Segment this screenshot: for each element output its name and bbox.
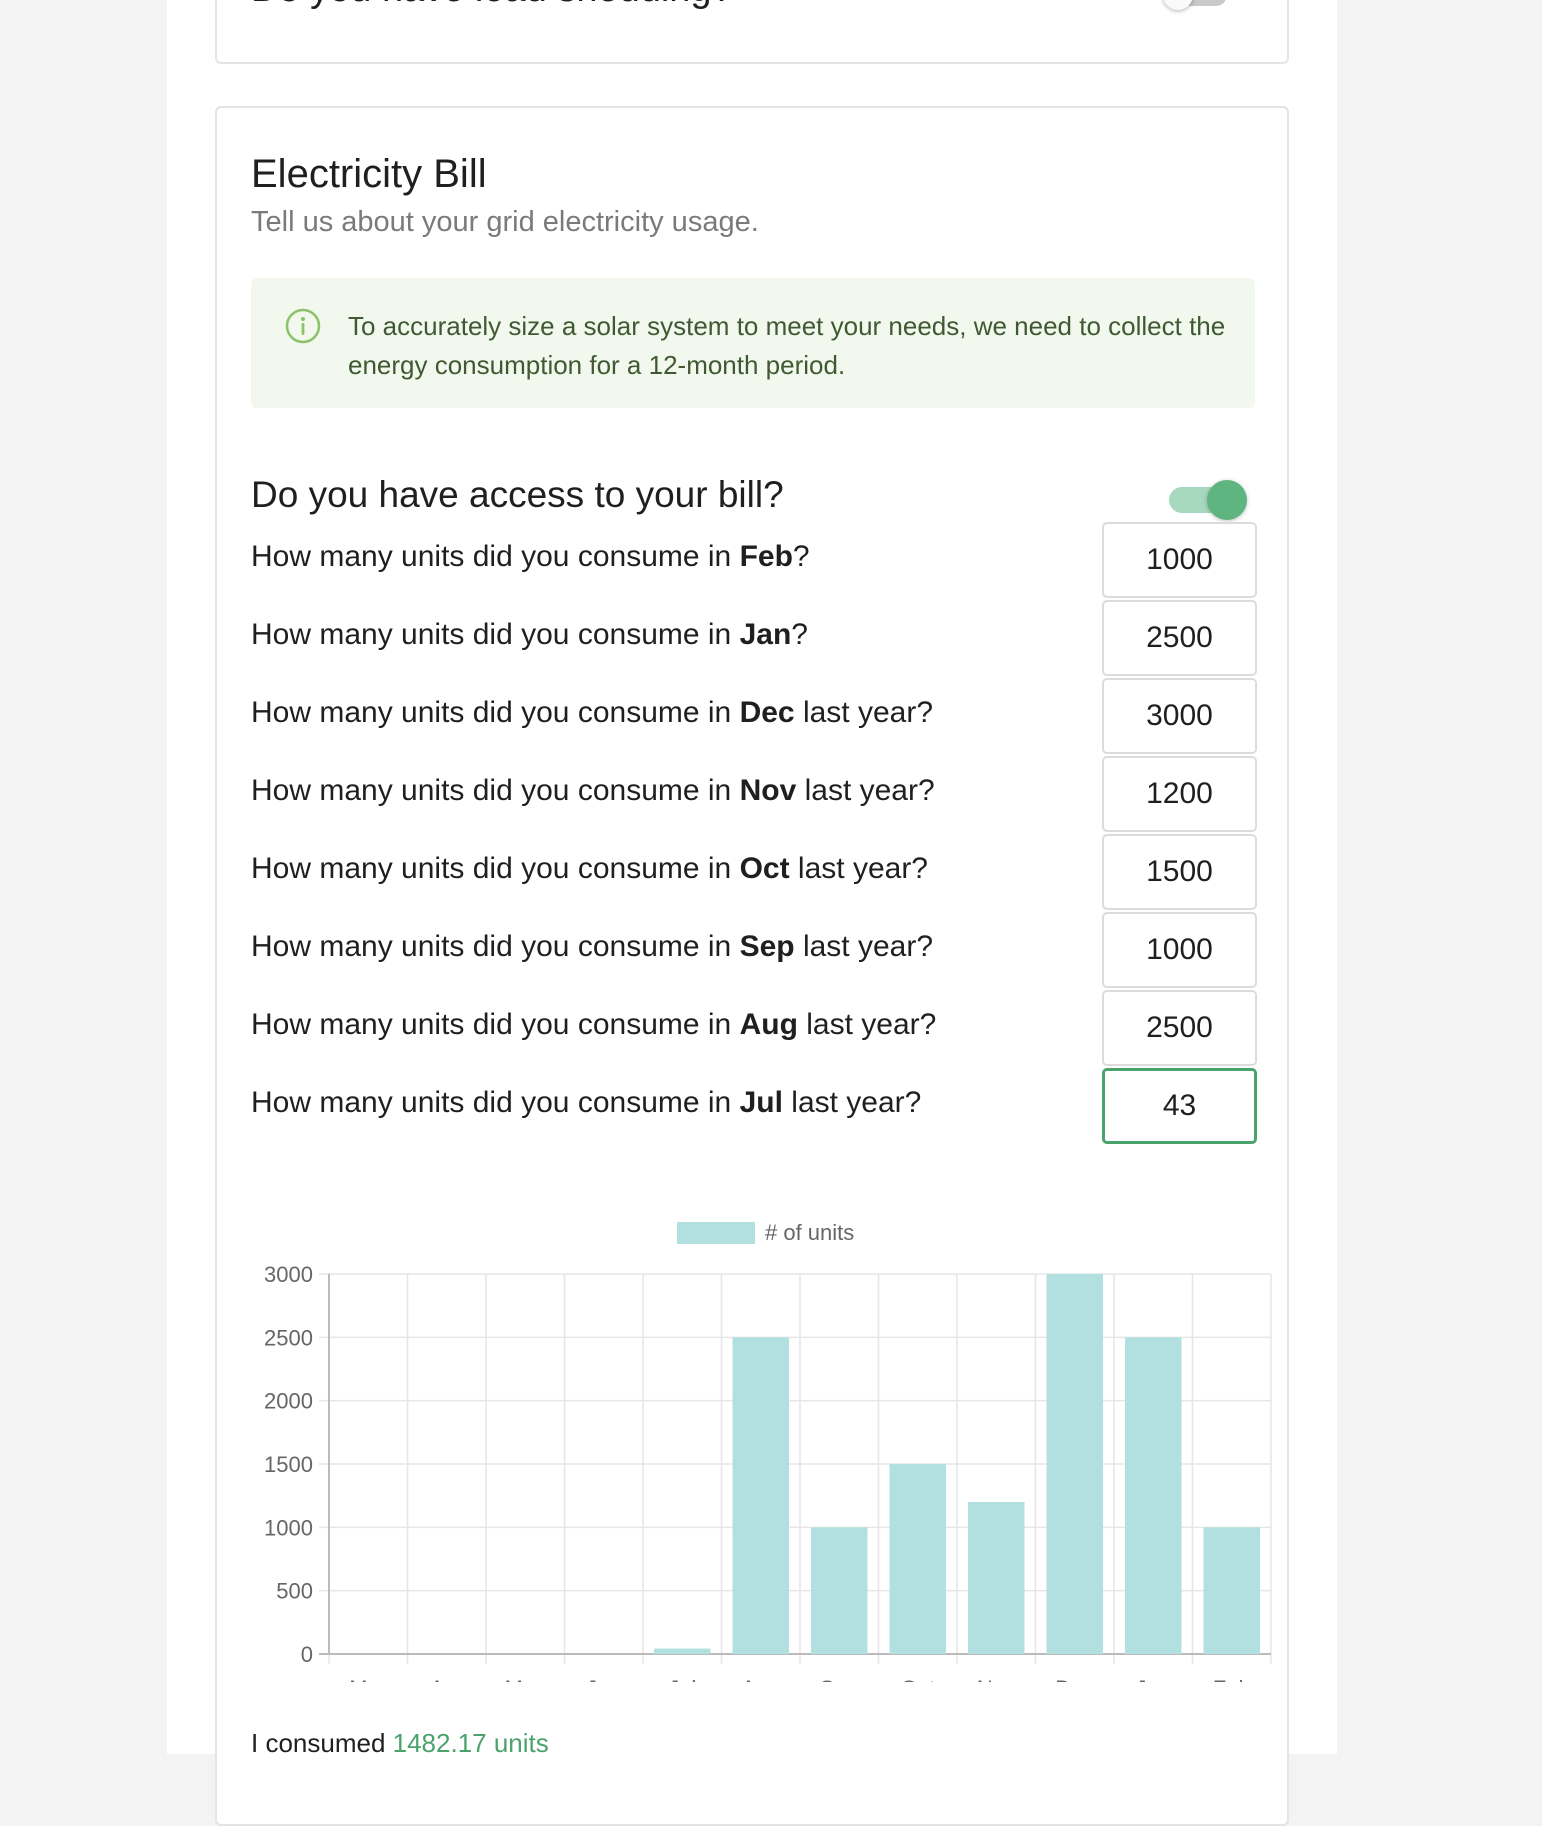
units-input-jul[interactable] bbox=[1102, 1068, 1257, 1144]
question-month: Jan bbox=[739, 618, 792, 651]
x-tick-label: Jul bbox=[668, 1676, 696, 1682]
legend-swatch bbox=[677, 1222, 755, 1244]
x-tick-label: Jun bbox=[586, 1676, 621, 1682]
x-tick-label: Mar bbox=[349, 1676, 387, 1682]
y-tick-label: 500 bbox=[276, 1579, 313, 1604]
y-tick-label: 0 bbox=[301, 1642, 313, 1667]
consumption-row: How many units did you consume in Jan? bbox=[251, 600, 1257, 678]
y-tick-label: 2000 bbox=[264, 1389, 313, 1414]
x-tick-label: Sep bbox=[820, 1676, 859, 1682]
question-prefix: How many units did you consume in bbox=[251, 852, 740, 885]
units-input-nov[interactable] bbox=[1102, 756, 1257, 832]
y-tick-label: 1500 bbox=[264, 1452, 313, 1477]
bill-access-toggle[interactable] bbox=[1165, 476, 1247, 522]
consumption-row: How many units did you consume in Dec la… bbox=[251, 678, 1257, 756]
units-input-jan[interactable] bbox=[1102, 600, 1257, 676]
x-tick-label: Nov bbox=[977, 1676, 1016, 1682]
content-column: Do you have load shedding? Electricity B… bbox=[167, 0, 1337, 1826]
x-tick-label: May bbox=[504, 1676, 546, 1682]
question-prefix: How many units did you consume in bbox=[251, 774, 740, 807]
question-suffix: ? bbox=[792, 540, 810, 573]
consumption-row: How many units did you consume in Oct la… bbox=[251, 834, 1257, 912]
question-month: Jul bbox=[739, 1086, 783, 1119]
info-icon bbox=[285, 308, 321, 344]
x-tick-label: Oct bbox=[901, 1676, 935, 1682]
x-tick-label: Dec bbox=[1055, 1676, 1094, 1682]
bill-access-question: Do you have access to your bill? bbox=[251, 474, 784, 515]
consumption-row: How many units did you consume in Feb? bbox=[251, 522, 1257, 600]
consumption-question-label: How many units did you consume in Feb? bbox=[251, 540, 810, 574]
question-suffix: last year? bbox=[797, 1008, 937, 1041]
toggle-knob bbox=[1163, 0, 1193, 10]
load-shedding-card: Do you have load shedding? bbox=[215, 0, 1289, 64]
consumption-row: How many units did you consume in Nov la… bbox=[251, 756, 1257, 834]
units-input-feb[interactable] bbox=[1102, 522, 1257, 598]
card-title: Electricity Bill bbox=[251, 152, 487, 196]
question-prefix: How many units did you consume in bbox=[251, 618, 740, 651]
bar-dec bbox=[1046, 1274, 1104, 1654]
consumption-bar-chart: # of units 0 500 1000 1500 2000 2500 3000 Mar Apr… bbox=[264, 1220, 1272, 1682]
card-subtitle: Tell us about your grid electricity usag… bbox=[251, 206, 759, 238]
question-suffix: last year? bbox=[789, 852, 928, 885]
question-month: Feb bbox=[739, 540, 793, 573]
x-tick-label: Apr bbox=[430, 1676, 464, 1682]
question-suffix: last year? bbox=[796, 774, 935, 807]
question-suffix: last year? bbox=[782, 1086, 922, 1119]
question-suffix: ? bbox=[791, 618, 808, 651]
info-text: To accurately size a solar system to mee… bbox=[348, 311, 1226, 380]
toggle-knob bbox=[1207, 480, 1247, 520]
consumption-question-label: How many units did you consume in Jul la… bbox=[251, 1086, 921, 1120]
consumption-row: How many units did you consume in Jul la… bbox=[251, 1068, 1257, 1146]
consumption-question-label: How many units did you consume in Oct la… bbox=[251, 852, 928, 886]
bar-feb bbox=[1203, 1527, 1261, 1654]
y-tick-label: 2500 bbox=[264, 1325, 313, 1350]
question-month: Sep bbox=[739, 930, 795, 963]
bar-aug bbox=[732, 1337, 790, 1654]
bar-nov bbox=[967, 1502, 1025, 1654]
consumption-question-label: How many units did you consume in Sep la… bbox=[251, 930, 933, 964]
x-tick-label: Jan bbox=[1136, 1676, 1171, 1682]
units-input-aug[interactable] bbox=[1102, 990, 1257, 1066]
info-alert: To accurately size a solar system to mee… bbox=[251, 278, 1255, 408]
consumption-question-label: How many units did you consume in Jan? bbox=[251, 618, 808, 652]
consumption-question-label: How many units did you consume in Dec la… bbox=[251, 696, 933, 730]
units-input-oct[interactable] bbox=[1102, 834, 1257, 910]
question-prefix: How many units did you consume in bbox=[251, 930, 740, 963]
bar-jul bbox=[653, 1648, 711, 1654]
question-suffix: last year? bbox=[794, 930, 934, 963]
consumption-summary: I consumed 1482.17 units bbox=[251, 1728, 549, 1759]
y-tick-label: 1000 bbox=[264, 1515, 313, 1540]
question-prefix: How many units did you consume in bbox=[251, 1008, 740, 1041]
question-month: Oct bbox=[739, 852, 790, 885]
x-tick-label: Feb bbox=[1213, 1676, 1251, 1682]
question-prefix: How many units did you consume in bbox=[251, 1086, 740, 1119]
electricity-bill-card: Electricity Bill Tell us about your grid… bbox=[215, 106, 1289, 1826]
consumption-question-label: How many units did you consume in Nov la… bbox=[251, 774, 935, 808]
question-month: Aug bbox=[739, 1008, 798, 1041]
y-tick-label: 3000 bbox=[264, 1262, 313, 1287]
load-shedding-toggle[interactable] bbox=[1163, 0, 1233, 10]
bar-jan bbox=[1124, 1337, 1182, 1654]
question-month: Dec bbox=[739, 696, 795, 729]
load-shedding-question: Do you have load shedding? bbox=[251, 0, 733, 11]
bar-oct bbox=[889, 1464, 947, 1654]
units-input-sep[interactable] bbox=[1102, 912, 1257, 988]
consumption-question-label: How many units did you consume in Aug la… bbox=[251, 1008, 936, 1042]
question-month: Nov bbox=[739, 774, 797, 807]
x-tick-label: Aug bbox=[741, 1676, 780, 1682]
consumption-row: How many units did you consume in Sep la… bbox=[251, 912, 1257, 990]
consumption-row: How many units did you consume in Aug la… bbox=[251, 990, 1257, 1068]
bar-sep bbox=[810, 1527, 868, 1654]
legend-label: # of units bbox=[765, 1220, 854, 1245]
question-prefix: How many units did you consume in bbox=[251, 540, 740, 573]
question-prefix: How many units did you consume in bbox=[251, 696, 740, 729]
question-suffix: last year? bbox=[794, 696, 934, 729]
units-input-dec[interactable] bbox=[1102, 678, 1257, 754]
